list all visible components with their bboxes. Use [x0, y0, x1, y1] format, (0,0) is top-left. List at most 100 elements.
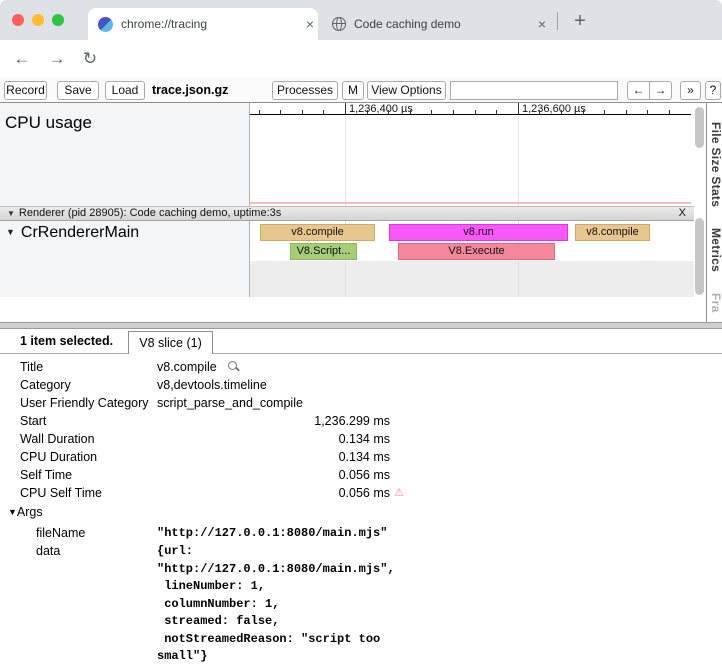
ruler-minor-tick: [647, 110, 648, 114]
row-label: CPU Duration: [20, 450, 97, 464]
ruler-minor-tick: [626, 110, 627, 114]
selection-status: 1 item selected.: [20, 334, 113, 348]
row-value: "http://127.0.0.1:8080/main.mjs": [157, 526, 387, 540]
collapse-triangle-icon[interactable]: ▼: [6, 227, 15, 237]
cpu-usage-track-label: CPU usage: [5, 113, 92, 133]
collapse-triangle-icon[interactable]: ▼: [7, 209, 15, 218]
load-button[interactable]: Load: [105, 81, 145, 100]
row-label: Category: [20, 378, 71, 392]
row-label: Wall Duration: [20, 432, 95, 446]
reload-icon[interactable]: ↻: [78, 48, 102, 70]
ruler-minor-tick: [323, 110, 324, 114]
row-label: data: [36, 544, 60, 558]
gridline: [518, 115, 519, 206]
close-window-button[interactable]: [12, 14, 24, 26]
expand-button[interactable]: »: [680, 81, 701, 100]
back-icon[interactable]: ←: [10, 48, 34, 70]
processes-button[interactable]: Processes: [272, 81, 338, 100]
tab-title: Code caching demo: [354, 17, 534, 31]
find-previous-button[interactable]: ←: [627, 81, 650, 100]
trace-slice[interactable]: v8.run: [389, 224, 568, 241]
table-row: Title v8.compile: [0, 358, 722, 376]
minimize-window-button[interactable]: [32, 14, 44, 26]
tab-v8-slice[interactable]: V8 slice (1): [128, 331, 213, 354]
ruler-minor-tick: [367, 110, 368, 114]
find-next-button[interactable]: →: [649, 81, 672, 100]
ruler-minor-tick: [431, 110, 432, 114]
sidebar-tab-frame[interactable]: Fra: [709, 293, 722, 313]
timeline-scrollbar: [694, 103, 706, 322]
m-button[interactable]: M: [342, 81, 364, 100]
ruler-minor-tick: [410, 110, 411, 114]
tab-title: chrome://tracing: [121, 17, 302, 31]
new-tab-button[interactable]: +: [566, 8, 594, 36]
ruler-major-tick: [345, 103, 346, 115]
trace-slice[interactable]: V8.Execute: [398, 243, 555, 260]
gridline: [345, 115, 346, 206]
sidebar-tab-file-size-stats[interactable]: File Size Stats: [709, 122, 722, 207]
renderer-process-title: Renderer (pid 28905): Code caching demo,…: [19, 207, 281, 219]
table-row: CPU Duration 0.134 ms: [0, 448, 722, 466]
thread-track-area[interactable]: v8.compile v8.run v8.compile V8.Script... V8…: [250, 221, 694, 297]
trace-slice[interactable]: v8.compile: [575, 224, 650, 241]
table-row: Category v8,devtools.timeline: [0, 376, 722, 394]
ruler-minor-tick: [280, 110, 281, 114]
ruler-minor-tick: [583, 110, 584, 114]
trace-slice[interactable]: V8.Script...: [290, 243, 357, 260]
magnifier-icon[interactable]: [228, 361, 237, 370]
right-sidebar-tabs: File Size Stats Metrics Fra: [706, 103, 722, 322]
thread-track-label[interactable]: ▼ CrRendererMain: [6, 224, 139, 242]
record-button[interactable]: Record: [4, 81, 47, 100]
tab-tracing[interactable]: chrome://tracing ×: [88, 8, 318, 40]
thread-name: CrRendererMain: [21, 224, 139, 241]
scrollbar-thumb[interactable]: [695, 107, 704, 148]
analysis-panel: 1 item selected. V8 slice (1) Title v8.c…: [0, 329, 722, 672]
cpu-usage-chart[interactable]: [250, 115, 691, 206]
zoom-window-button[interactable]: [52, 14, 64, 26]
row-label: Self Time: [20, 468, 72, 482]
row-label: User Friendly Category: [20, 396, 149, 410]
row-value: 1,236.299 ms: [157, 414, 390, 428]
globe-icon: [332, 17, 346, 31]
save-button[interactable]: Save: [57, 81, 99, 100]
args-header-label: Args: [17, 505, 43, 519]
view-options-button[interactable]: View Options: [367, 81, 446, 100]
cpu-usage-line: [250, 202, 691, 204]
forward-icon[interactable]: →: [45, 48, 69, 70]
timeline-ruler: 1,236,400 µs 1,236,600 µs: [250, 103, 694, 115]
browser-window: chrome://tracing × Code caching demo × +…: [0, 0, 722, 672]
trace-slice[interactable]: v8.compile: [260, 224, 375, 241]
ruler-minor-tick: [388, 110, 389, 114]
panel-splitter[interactable]: [0, 322, 722, 329]
args-section-header[interactable]: ▼Args: [8, 505, 43, 519]
tab-code-caching-demo[interactable]: Code caching demo ×: [320, 8, 550, 40]
collapse-triangle-icon[interactable]: ▼: [8, 507, 17, 517]
close-icon[interactable]: X: [679, 207, 686, 220]
renderer-process-header[interactable]: ▼ Renderer (pid 28905): Code caching demo…: [0, 206, 694, 221]
row-value: v8.compile: [157, 360, 217, 374]
tab-close-icon[interactable]: ×: [302, 16, 318, 32]
tab-divider: [557, 12, 558, 30]
find-input[interactable]: [450, 81, 618, 100]
row-label: CPU Self Time: [20, 486, 102, 500]
warning-icon: ⚠: [394, 486, 404, 499]
ruler-minor-tick: [561, 110, 562, 114]
scrollbar-thumb[interactable]: [695, 218, 704, 295]
help-button[interactable]: ?: [705, 81, 721, 100]
ruler-minor-tick: [259, 110, 260, 114]
ruler-label: 1,236,400 µs: [349, 103, 413, 115]
row-value: v8,devtools.timeline: [157, 378, 267, 392]
ruler-label: 1,236,600 µs: [522, 103, 586, 115]
table-row: Start 1,236.299 ms: [0, 412, 722, 430]
table-row: User Friendly Category script_parse_and_…: [0, 394, 722, 412]
tab-close-icon[interactable]: ×: [534, 16, 550, 32]
track-label-panel: CPU usage: [0, 103, 250, 297]
timeline-bottom-strip: [0, 297, 694, 322]
ruler-minor-tick: [453, 110, 454, 114]
ruler-minor-tick: [604, 110, 605, 114]
ruler-minor-tick: [539, 110, 540, 114]
row-label: Start: [20, 414, 46, 428]
row-value: 0.134 ms: [157, 450, 390, 464]
tab-strip: chrome://tracing × Code caching demo × +: [0, 0, 722, 40]
sidebar-tab-metrics[interactable]: Metrics: [709, 228, 722, 272]
